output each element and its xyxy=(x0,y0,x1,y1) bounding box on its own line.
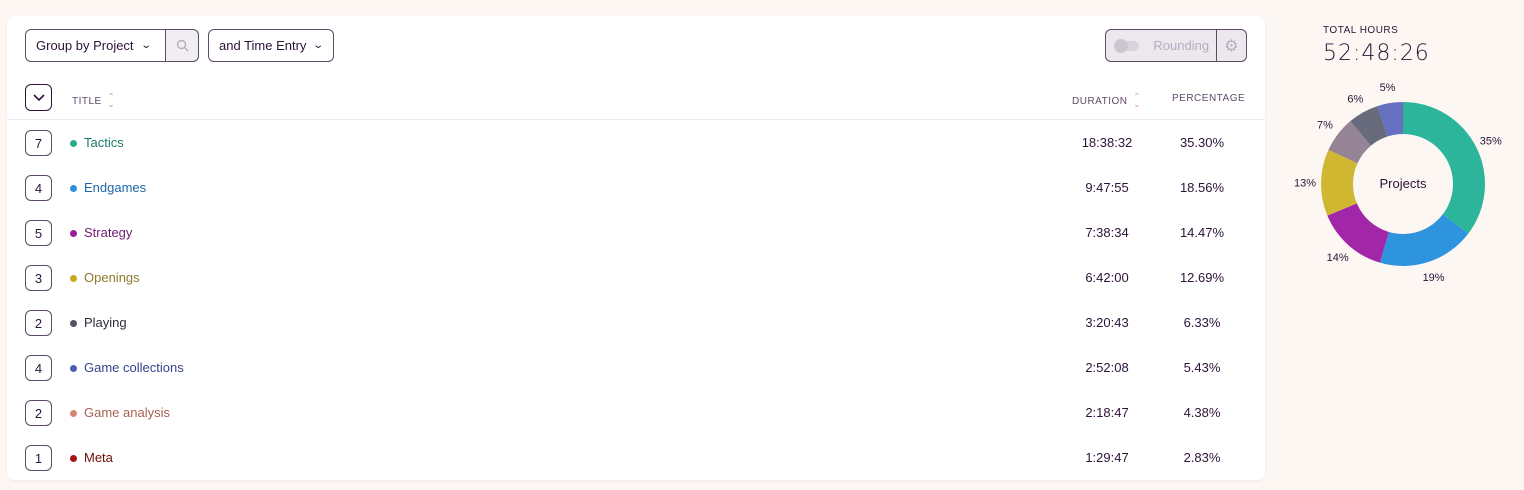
project-color-dot xyxy=(70,275,77,282)
project-percentage: 4.38% xyxy=(1183,405,1221,420)
project-name[interactable]: Tactics xyxy=(84,135,124,150)
entry-count-button[interactable]: 5 xyxy=(25,220,52,246)
project-name[interactable]: Endgames xyxy=(84,180,146,195)
project-percentage: 35.30% xyxy=(1179,135,1225,150)
chevron-down-icon: ⌄ xyxy=(139,40,152,51)
project-duration: 6:42:00 xyxy=(1085,270,1129,285)
duration-header-label: DURATION xyxy=(1072,95,1128,107)
title-header-label: TITLE xyxy=(72,95,102,107)
project-name[interactable]: Playing xyxy=(84,315,127,330)
project-percentage: 6.33% xyxy=(1183,315,1221,330)
project-duration: 2:18:47 xyxy=(1085,405,1129,420)
table-row[interactable]: 4 Endgames 9:47:55 18.56% xyxy=(7,165,1265,210)
table-row[interactable]: 2 Game analysis 2:18:47 4.38% xyxy=(7,390,1265,435)
entry-count-button[interactable]: 4 xyxy=(25,355,52,381)
project-percentage: 2.83% xyxy=(1183,450,1221,465)
entry-count-button[interactable]: 1 xyxy=(25,445,52,471)
chevron-down-icon xyxy=(32,93,45,101)
chevron-down-icon: ⌄ xyxy=(312,40,325,51)
project-list: 7 Tactics 18:38:32 35.30% 4 Endgames 9:47:55 18… xyxy=(7,120,1265,480)
group-by-label: Group by Project xyxy=(36,38,134,53)
group-by-dropdown[interactable]: Group by Project ⌄ xyxy=(25,29,166,62)
entry-count-button[interactable]: 7 xyxy=(25,130,52,156)
title-column-header[interactable]: TITLE ⌃ ⌄ xyxy=(72,93,115,109)
percentage-column-header: PERCENTAGE xyxy=(1172,93,1245,104)
project-color-dot xyxy=(70,320,77,327)
total-hours-label: TOTAL HOURS xyxy=(1323,25,1399,36)
project-percentage: 18.56% xyxy=(1179,180,1225,195)
project-duration: 3:20:43 xyxy=(1085,315,1129,330)
project-duration: 18:38:32 xyxy=(1081,135,1133,150)
project-name[interactable]: Meta xyxy=(84,450,113,465)
toolbar: Group by Project ⌄ and Time Entry ⌄ xyxy=(25,29,334,62)
project-name[interactable]: Strategy xyxy=(84,225,132,240)
project-color-dot xyxy=(70,365,77,372)
project-color-dot xyxy=(70,140,77,147)
table-row[interactable]: 3 Openings 6:42:00 12.69% xyxy=(7,255,1265,300)
project-name[interactable]: Game collections xyxy=(84,360,184,375)
project-color-dot xyxy=(70,455,77,462)
project-duration: 2:52:08 xyxy=(1085,360,1129,375)
project-percentage: 5.43% xyxy=(1183,360,1221,375)
rounding-control: Rounding ⚙ xyxy=(1105,29,1247,62)
rounding-toggle[interactable] xyxy=(1113,38,1140,53)
project-color-dot xyxy=(70,230,77,237)
report-panel: Group by Project ⌄ and Time Entry ⌄ Roun… xyxy=(7,16,1265,480)
total-hours-value: 52:48:26 xyxy=(1323,41,1430,66)
time-entry-label: and Time Entry xyxy=(219,38,307,53)
rounding-settings-button[interactable]: ⚙ xyxy=(1215,30,1246,61)
table-row[interactable]: 7 Tactics 18:38:32 35.30% xyxy=(7,120,1265,165)
sort-icon: ⌃ ⌄ xyxy=(1133,92,1141,109)
donut-slice[interactable] xyxy=(1403,102,1485,234)
rounding-label: Rounding xyxy=(1153,38,1210,53)
search-icon xyxy=(176,39,188,52)
donut-slice-label: 7% xyxy=(1317,120,1333,132)
project-percentage: 14.47% xyxy=(1179,225,1225,240)
donut-slice-label: 13% xyxy=(1294,177,1316,189)
project-name[interactable]: Game analysis xyxy=(84,405,170,420)
gear-icon: ⚙ xyxy=(1224,37,1239,55)
donut-center-label: Projects xyxy=(1380,176,1427,191)
project-percentage: 12.69% xyxy=(1179,270,1225,285)
donut-slice-label: 5% xyxy=(1380,82,1396,94)
donut-slice-label: 35% xyxy=(1480,135,1502,147)
table-row[interactable]: 4 Game collections 2:52:08 5.43% xyxy=(7,345,1265,390)
sort-icon: ⌃ ⌄ xyxy=(107,92,115,109)
duration-column-header[interactable]: DURATION ⌃ ⌄ xyxy=(1072,93,1141,109)
expand-all-button[interactable] xyxy=(25,84,52,111)
table-row[interactable]: 2 Playing 3:20:43 6.33% xyxy=(7,300,1265,345)
entry-count-button[interactable]: 3 xyxy=(25,265,52,291)
project-name[interactable]: Openings xyxy=(84,270,140,285)
projects-donut-chart: 35% 19% 14% 13% 7% 6% 5% Projects xyxy=(1294,82,1502,284)
search-button[interactable] xyxy=(166,29,199,62)
donut-slice-label: 19% xyxy=(1423,272,1445,284)
entry-count-button[interactable]: 2 xyxy=(25,400,52,426)
project-duration: 1:29:47 xyxy=(1085,450,1129,465)
donut-slice-label: 6% xyxy=(1347,93,1363,105)
time-entry-dropdown[interactable]: and Time Entry ⌄ xyxy=(208,29,334,62)
table-row[interactable]: 5 Strategy 7:38:34 14.47% xyxy=(7,210,1265,255)
project-color-dot xyxy=(70,410,77,417)
entry-count-button[interactable]: 2 xyxy=(25,310,52,336)
project-duration: 7:38:34 xyxy=(1085,225,1129,240)
table-header: TITLE ⌃ ⌄ DURATION ⌃ ⌄ PERCENTAGE xyxy=(7,82,1265,120)
project-duration: 9:47:55 xyxy=(1085,180,1129,195)
donut-slice-label: 14% xyxy=(1327,252,1349,264)
table-row[interactable]: 1 Meta 1:29:47 2.83% xyxy=(7,435,1265,480)
percentage-header-label: PERCENTAGE xyxy=(1172,93,1246,104)
entry-count-button[interactable]: 4 xyxy=(25,175,52,201)
project-color-dot xyxy=(70,185,77,192)
